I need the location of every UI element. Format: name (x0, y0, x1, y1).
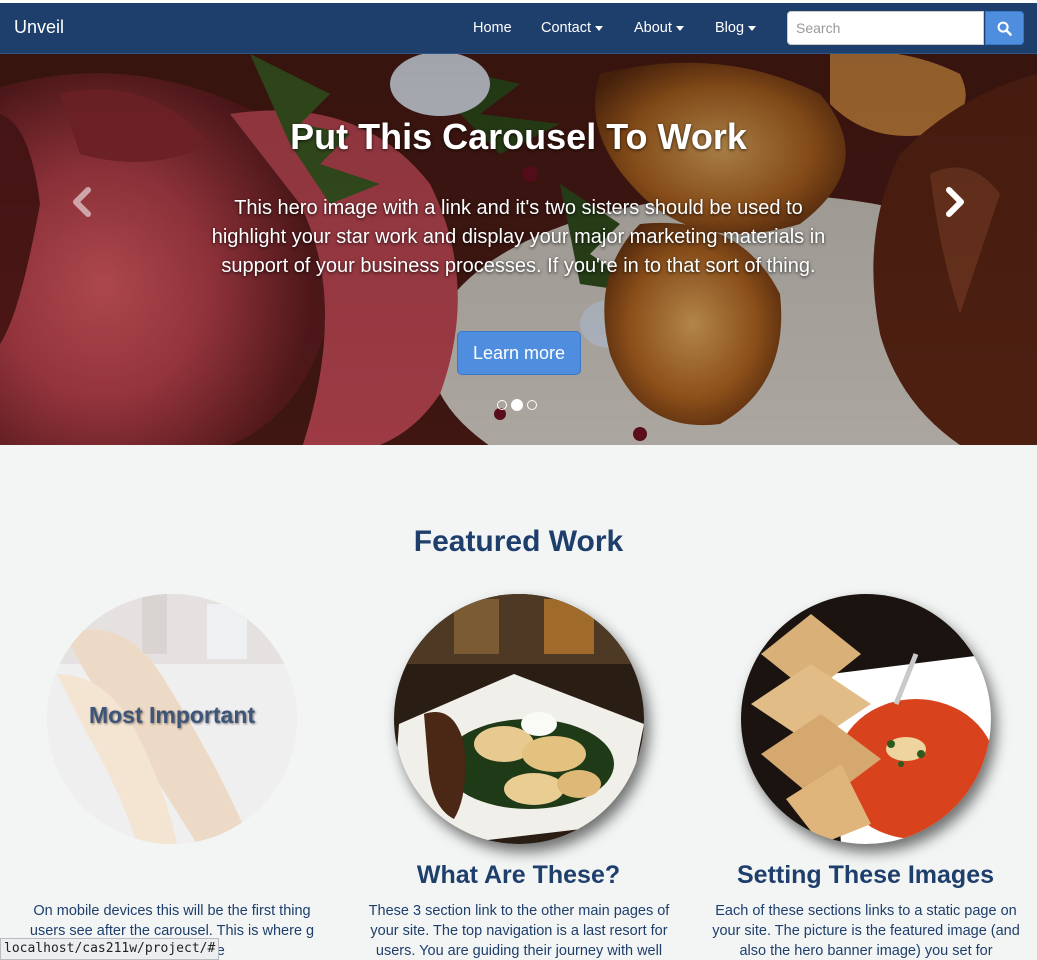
learn-more-button[interactable]: Learn more (457, 331, 581, 375)
brand-logo[interactable]: Unveil (14, 17, 64, 38)
top-navbar: Unveil Home Contact About Blog (0, 0, 1037, 54)
search-input[interactable] (787, 11, 984, 45)
nav-home-label: Home (473, 20, 512, 36)
carousel-indicator-2[interactable] (511, 399, 523, 411)
featured-heading: Featured Work (413, 525, 624, 558)
chevron-left-icon[interactable] (62, 182, 102, 222)
nav-home-link[interactable]: Home (473, 20, 512, 36)
carousel-indicators (497, 398, 537, 412)
nav-contact-label: Contact (541, 20, 591, 36)
nav-blog-label: Blog (715, 20, 745, 36)
featured-title-2[interactable]: What Are These? (345, 861, 692, 890)
nav-about-label: About (634, 20, 672, 36)
featured-text-3: Each of these sections links to a static… (712, 903, 1020, 959)
caret-down-icon (594, 25, 603, 31)
carousel-indicator-1[interactable] (497, 400, 507, 410)
caret-down-icon (675, 25, 684, 31)
sandwich-soup-image (741, 594, 991, 844)
search-button[interactable] (985, 11, 1024, 45)
featured-title-3[interactable]: Setting These Images (692, 861, 1037, 890)
status-bar-url: localhost/cas211w/project/# (0, 938, 220, 960)
featured-image-1[interactable]: Most Important (47, 594, 297, 844)
carousel-indicator-3[interactable] (527, 400, 537, 410)
hero-carousel: Put This Carousel To Work This hero imag… (0, 54, 1037, 445)
featured-image-label: Most Important (88, 702, 256, 728)
chevron-right-icon[interactable] (935, 182, 975, 222)
featured-image-3[interactable] (741, 594, 991, 844)
featured-image-2[interactable] (394, 594, 644, 844)
nav-contact-dropdown[interactable]: Contact (541, 20, 603, 36)
search-icon (997, 21, 1012, 36)
carousel-title: Put This Carousel To Work (290, 116, 747, 157)
featured-text-2: These 3 section link to the other main p… (368, 903, 670, 959)
caret-down-icon (748, 25, 757, 31)
nav-blog-dropdown[interactable]: Blog (715, 20, 757, 36)
nav-about-dropdown[interactable]: About (634, 20, 684, 36)
carousel-caption: This hero image with a link and it's two… (211, 197, 826, 277)
pierogi-image (394, 594, 644, 844)
